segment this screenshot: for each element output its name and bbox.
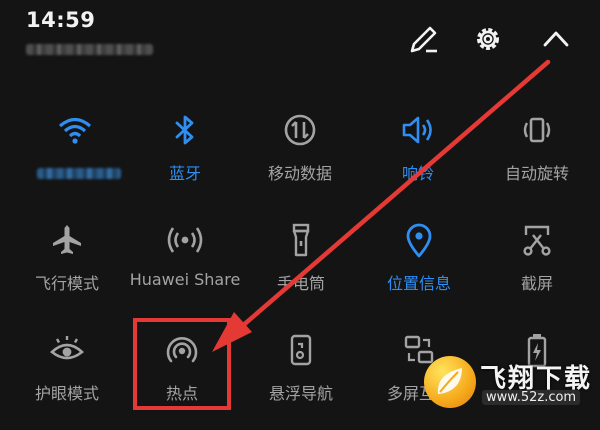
edit-icon[interactable] xyxy=(404,19,444,59)
tile-label: 飞行模式 xyxy=(34,274,99,293)
collapse-chevron-icon[interactable] xyxy=(536,19,576,59)
tile-mobile-data[interactable]: 移动数据 xyxy=(245,110,355,210)
tile-flashlight[interactable]: 手电筒 xyxy=(246,220,356,320)
tile-location[interactable]: 位置信息 xyxy=(364,220,474,320)
blurred-carrier-info xyxy=(26,44,153,55)
location-icon xyxy=(399,220,439,260)
mobile-data-icon xyxy=(280,110,320,150)
tile-label: 手电筒 xyxy=(276,274,325,293)
tile-label: 位置信息 xyxy=(386,274,451,293)
status-time: 14:59 xyxy=(26,8,96,32)
tile-ring[interactable]: 响铃 xyxy=(363,110,473,210)
wifi-icon xyxy=(55,110,95,150)
tile-screenshot[interactable]: 截屏 xyxy=(482,220,592,320)
bluetooth-icon xyxy=(165,110,205,150)
flashlight-icon xyxy=(281,220,321,260)
eye-comfort-icon xyxy=(47,330,87,370)
blurred-wifi-name xyxy=(37,168,121,179)
tile-huawei-share[interactable]: Huawei Share xyxy=(130,220,240,320)
leaf-logo-icon xyxy=(424,356,476,408)
tile-airplane-mode[interactable]: 飞行模式 xyxy=(12,220,122,320)
tile-bluetooth[interactable]: 蓝牙 xyxy=(130,110,240,210)
watermark-url: www.52z.com xyxy=(482,390,581,405)
tile-label: 截屏 xyxy=(520,274,553,293)
tile-wifi[interactable] xyxy=(20,110,130,210)
tile-label: 悬浮导航 xyxy=(268,384,333,403)
quick-settings-header: 14:59 xyxy=(0,0,600,95)
settings-icon[interactable] xyxy=(468,19,508,59)
tile-label: 自动旋转 xyxy=(504,164,569,183)
highlight-box xyxy=(133,318,231,410)
tile-auto-rotate[interactable]: 自动旋转 xyxy=(482,110,592,210)
tile-label: 响铃 xyxy=(401,164,434,183)
tile-label: 移动数据 xyxy=(267,164,332,183)
watermark-logo: 飞翔下载 www.52z.com xyxy=(424,356,594,414)
auto-rotate-icon xyxy=(517,110,557,150)
tile-label: 护眼模式 xyxy=(34,384,99,403)
tile-label: Huawei Share xyxy=(129,270,241,289)
tile-floating-nav[interactable]: 悬浮导航 xyxy=(246,330,356,430)
tile-eye-comfort[interactable]: 护眼模式 xyxy=(12,330,122,430)
huawei-share-icon xyxy=(165,220,205,260)
ring-icon xyxy=(398,110,438,150)
airplane-icon xyxy=(47,220,87,260)
floating-nav-icon xyxy=(281,330,321,370)
tile-label: 蓝牙 xyxy=(168,164,201,183)
screenshot-icon xyxy=(517,220,557,260)
